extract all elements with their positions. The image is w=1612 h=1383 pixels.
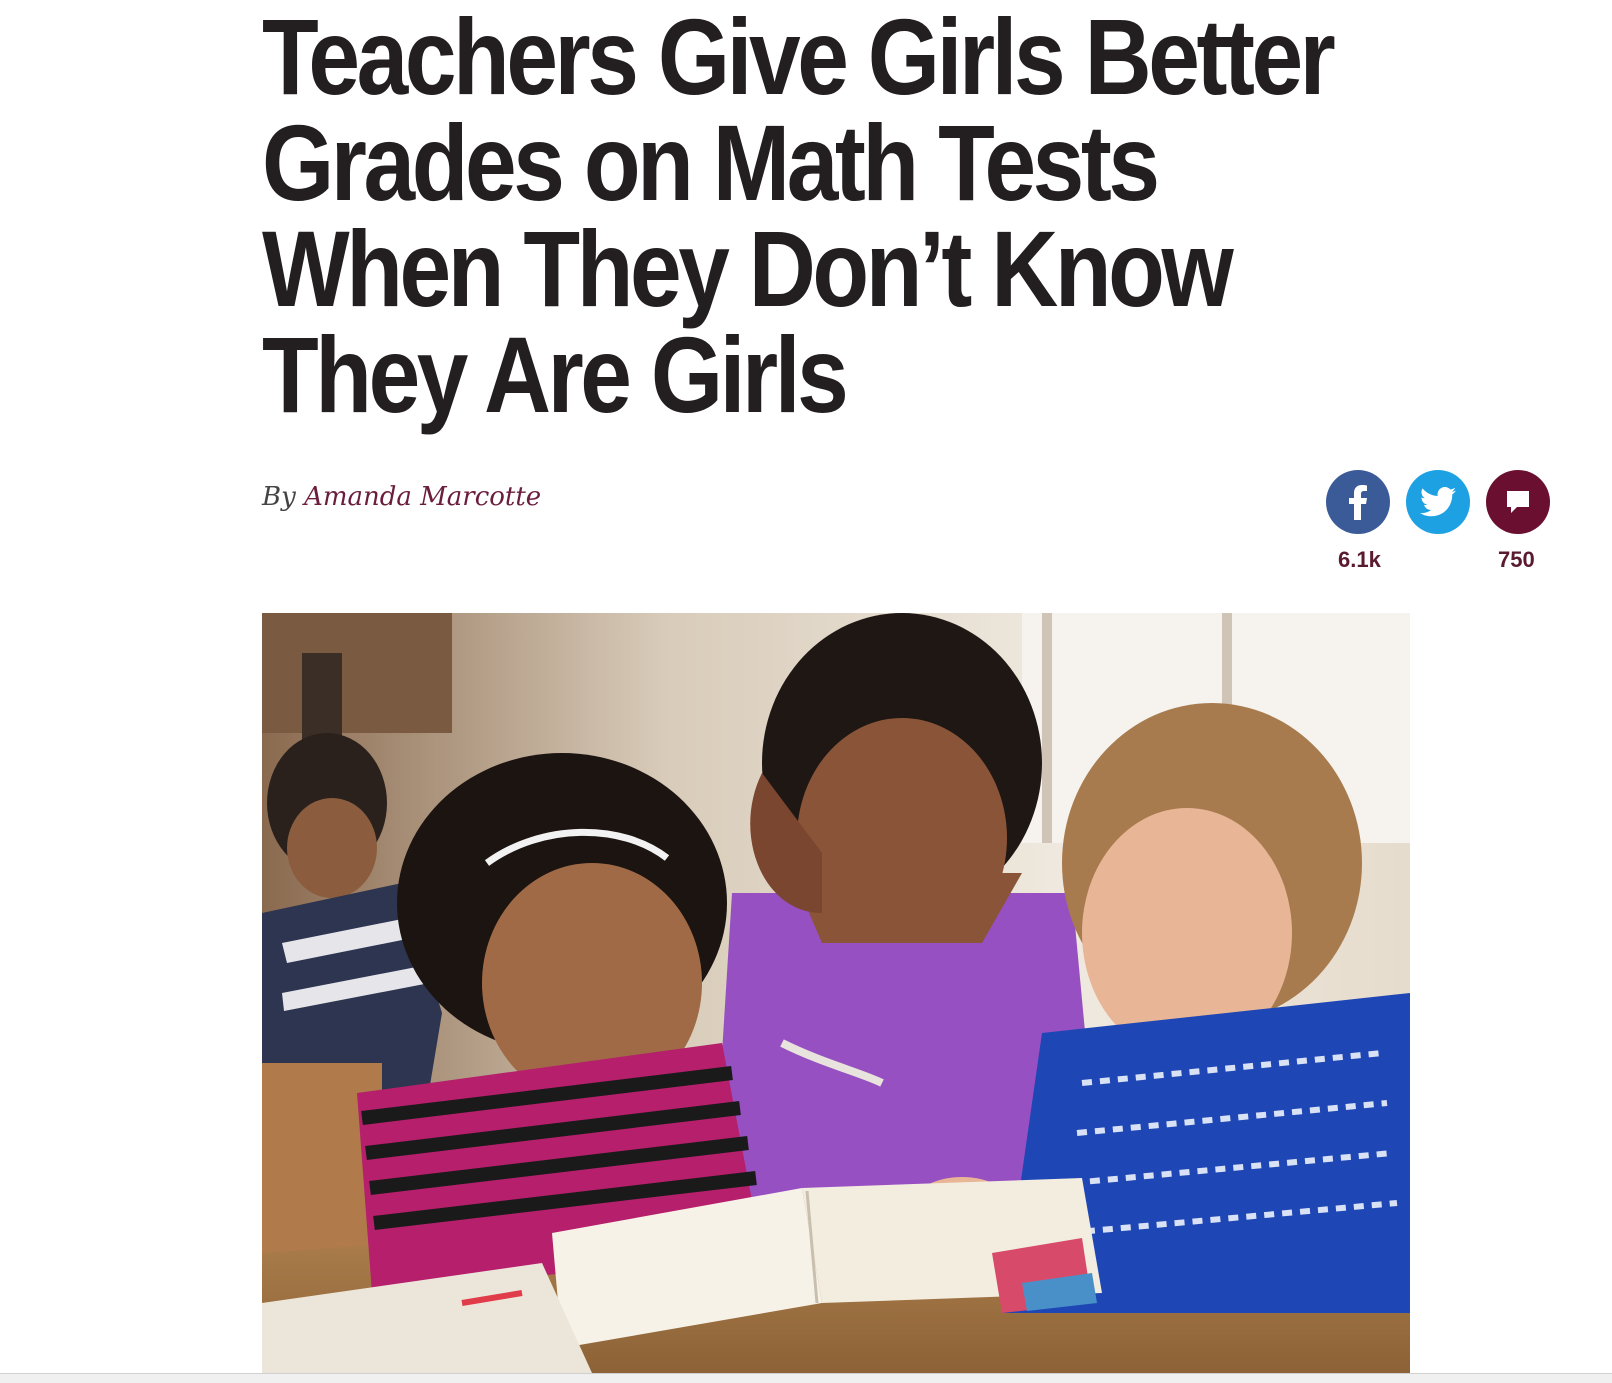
byline-prefix: By bbox=[262, 482, 296, 512]
comment-icon bbox=[1507, 491, 1529, 513]
twitter-share-button[interactable] bbox=[1406, 470, 1470, 534]
headline-line-1: Teachers Give Girls Better bbox=[262, 0, 1336, 117]
article-headline: Teachers Give Girls Better Grades on Mat… bbox=[262, 3, 1380, 429]
facebook-icon bbox=[1349, 485, 1367, 520]
facebook-share-count: 6.1k bbox=[1338, 547, 1381, 572]
headline-line-2: Grades on Math Tests bbox=[262, 102, 1160, 223]
comments-button[interactable] bbox=[1486, 470, 1550, 534]
comments-count: 750 bbox=[1498, 547, 1535, 572]
facebook-share-button[interactable] bbox=[1326, 470, 1390, 534]
author-link[interactable]: Amanda Marcotte bbox=[304, 482, 541, 512]
article-hero-photo bbox=[262, 613, 1410, 1373]
girls-reading-photo bbox=[262, 613, 1410, 1373]
byline: By Amanda Marcotte bbox=[262, 482, 541, 512]
twitter-icon bbox=[1420, 487, 1456, 517]
headline-line-4: They Are Girls bbox=[262, 314, 849, 435]
headline-line-3: When They Don’t Know bbox=[262, 208, 1234, 329]
